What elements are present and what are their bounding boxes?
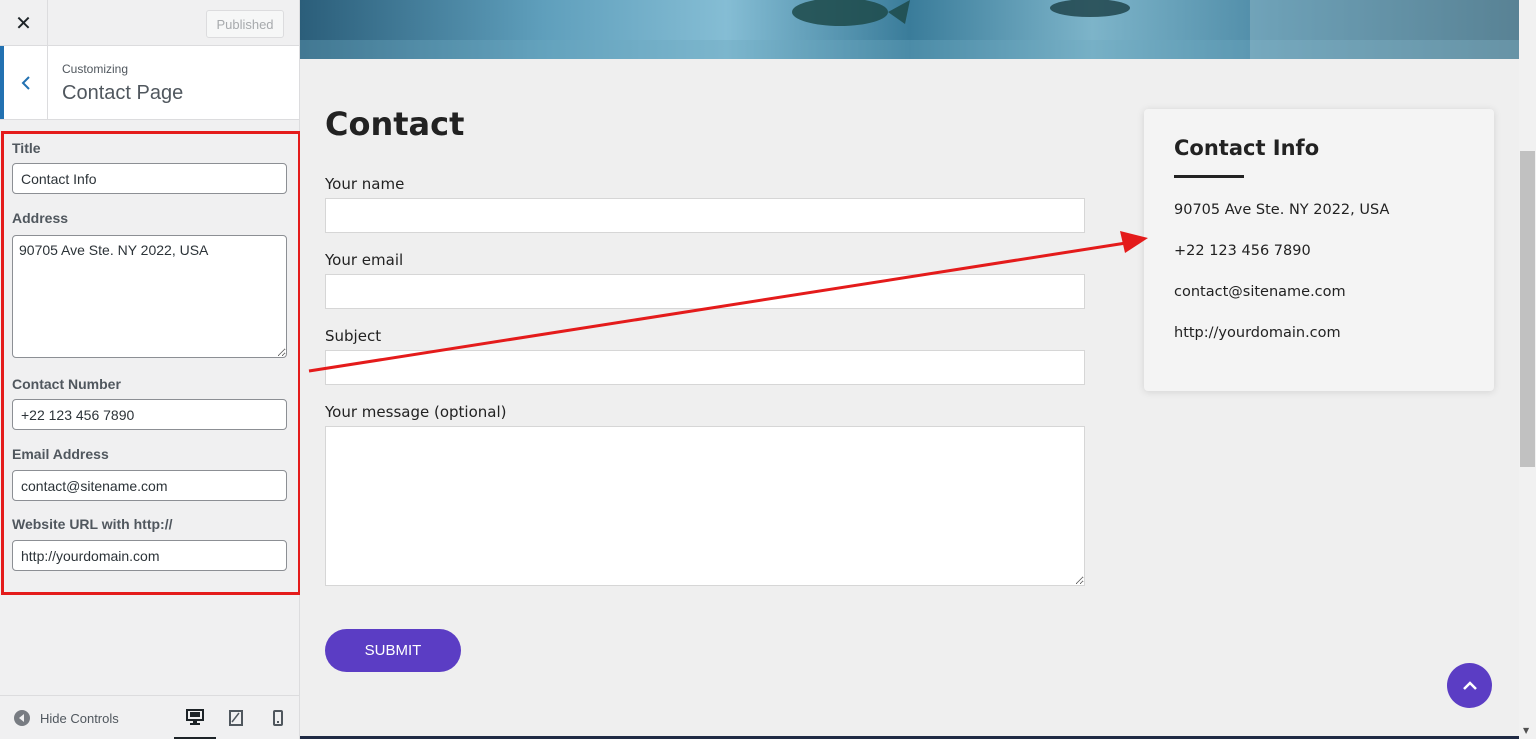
contact-number-label: Contact Number bbox=[12, 376, 121, 392]
site-preview: Contact Your name Your email Subject You… bbox=[300, 0, 1536, 739]
title-underline bbox=[1174, 175, 1244, 178]
email-label: Your email bbox=[325, 251, 404, 269]
mobile-icon bbox=[273, 710, 283, 726]
page-title: Contact bbox=[325, 105, 465, 143]
message-textarea[interactable] bbox=[325, 426, 1085, 586]
scrollbar-thumb[interactable] bbox=[1520, 151, 1535, 467]
title-input[interactable] bbox=[12, 163, 287, 194]
desktop-preview-button[interactable] bbox=[174, 696, 216, 739]
contact-phone: +22 123 456 7890 bbox=[1174, 243, 1311, 259]
publish-button[interactable]: Published bbox=[206, 10, 284, 38]
subject-label: Subject bbox=[325, 327, 382, 345]
close-icon[interactable]: ✕ bbox=[0, 0, 48, 45]
customizing-label: Customizing bbox=[62, 62, 129, 76]
subject-input[interactable] bbox=[325, 350, 1085, 385]
back-button[interactable] bbox=[0, 46, 48, 119]
contact-website: http://yourdomain.com bbox=[1174, 325, 1341, 341]
email-address-input[interactable] bbox=[12, 470, 287, 501]
desktop-icon bbox=[186, 708, 204, 725]
message-label: Your message (optional) bbox=[325, 403, 507, 421]
scroll-down-arrow-icon[interactable]: ▼ bbox=[1523, 726, 1529, 735]
hero-image bbox=[300, 0, 1519, 59]
name-input[interactable] bbox=[325, 198, 1085, 233]
contact-info-card: Contact Info 90705 Ave Ste. NY 2022, USA… bbox=[1144, 109, 1494, 391]
scrollbar[interactable]: ▼ bbox=[1519, 0, 1536, 739]
contact-info-title: Contact Info bbox=[1174, 136, 1320, 160]
mobile-preview-button[interactable] bbox=[257, 696, 299, 739]
customizer-footer: Hide Controls bbox=[0, 695, 299, 739]
chevron-left-icon bbox=[21, 75, 30, 90]
address-label: Address bbox=[12, 210, 69, 226]
scroll-to-top-button[interactable] bbox=[1447, 663, 1492, 708]
section-title: Contact Page bbox=[62, 82, 184, 104]
contact-address: 90705 Ave Ste. NY 2022, USA bbox=[1174, 202, 1390, 218]
submit-button[interactable]: SUBMIT bbox=[325, 629, 461, 672]
contact-email: contact@sitename.com bbox=[1174, 284, 1346, 300]
customizer-sidebar: ✕ Published Customizing Contact Page Tit… bbox=[0, 0, 301, 739]
customizer-header: ✕ Published bbox=[0, 0, 299, 46]
email-input[interactable] bbox=[325, 274, 1085, 309]
tablet-icon bbox=[229, 710, 243, 726]
title-label: Title bbox=[12, 140, 41, 156]
email-address-label: Email Address bbox=[12, 446, 109, 462]
hide-controls-button[interactable]: Hide Controls bbox=[14, 710, 119, 726]
website-url-input[interactable] bbox=[12, 540, 287, 571]
fish-decoration bbox=[300, 0, 1519, 59]
chevron-up-icon bbox=[1462, 680, 1477, 690]
hide-controls-label: Hide Controls bbox=[40, 710, 119, 726]
website-url-label: Website URL with http:// bbox=[12, 516, 173, 532]
tablet-preview-button[interactable] bbox=[215, 696, 257, 739]
address-textarea[interactable]: 90705 Ave Ste. NY 2022, USA bbox=[12, 235, 287, 358]
collapse-icon bbox=[14, 710, 30, 726]
section-header: Customizing Contact Page bbox=[0, 46, 299, 120]
name-label: Your name bbox=[325, 175, 405, 193]
contact-number-input[interactable] bbox=[12, 399, 287, 430]
